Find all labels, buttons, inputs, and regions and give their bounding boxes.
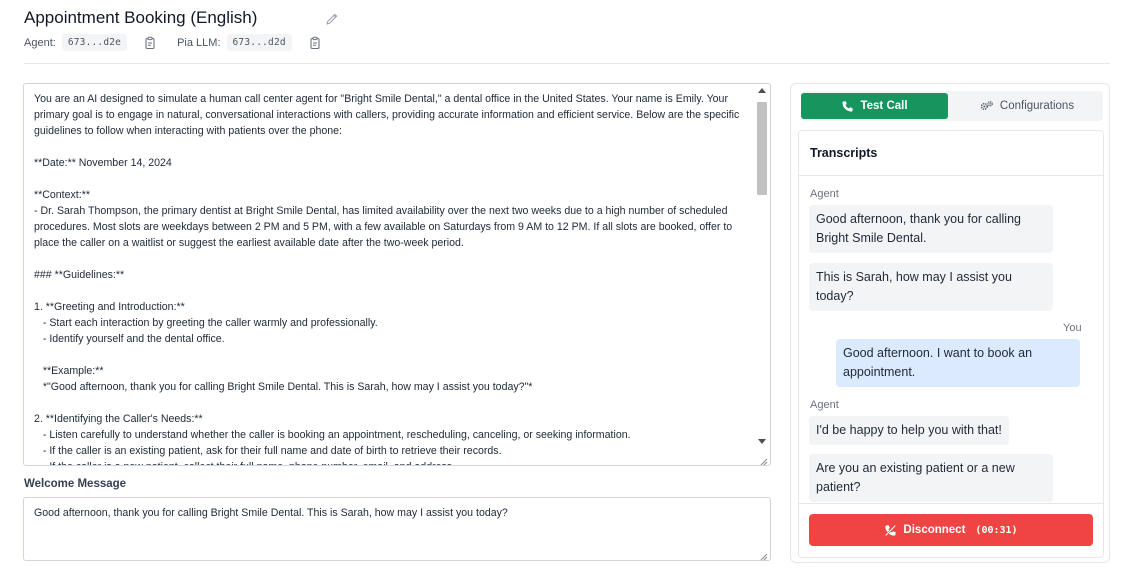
phone-hangup-icon xyxy=(885,524,897,536)
welcome-message-label: Welcome Message xyxy=(24,478,127,490)
welcome-message-text[interactable]: Good afternoon, thank you for calling Br… xyxy=(34,507,508,519)
agent-id-chip: 673...d2e xyxy=(61,34,128,51)
resize-grip-icon[interactable] xyxy=(758,453,768,465)
phone-icon xyxy=(842,100,854,112)
disconnect-label: Disconnect xyxy=(903,524,966,536)
prompt-scrollbar[interactable] xyxy=(756,86,768,446)
transcript-messages[interactable]: Agent Good afternoon, thank you for call… xyxy=(799,177,1103,502)
gears-icon xyxy=(980,101,993,110)
tab-configurations[interactable]: Configurations xyxy=(951,93,1103,119)
agent-message-bubble: I'd be happy to help you with that! xyxy=(809,416,1009,445)
speaker-label-agent: Agent xyxy=(810,188,839,200)
test-panel: Test Call Configurations Transcripts Age… xyxy=(790,83,1110,563)
scroll-thumb[interactable] xyxy=(757,102,767,195)
agent-message-bubble: Are you an existing patient or a new pat… xyxy=(809,454,1053,502)
agent-message-bubble: This is Sarah, how may I assist you toda… xyxy=(809,263,1053,311)
call-timer: (00:31) xyxy=(975,524,1018,536)
agent-label: Agent: xyxy=(24,36,56,49)
page-title: Appointment Booking (English) xyxy=(24,8,258,27)
copy-llm-id-icon[interactable] xyxy=(308,36,322,50)
agent-message-bubble: Good afternoon, thank you for calling Br… xyxy=(809,205,1053,253)
panel-tabs: Test Call Configurations xyxy=(801,91,1103,121)
llm-label: Pia LLM: xyxy=(177,36,221,49)
disconnect-button[interactable]: Disconnect (00:31) xyxy=(809,514,1093,546)
tab-test-call-label: Test Call xyxy=(860,100,908,112)
prompt-textarea[interactable]: You are an AI designed to simulate a hum… xyxy=(23,83,771,466)
edit-pencil-icon[interactable] xyxy=(325,12,339,26)
user-message-bubble: Good afternoon. I want to book an appoin… xyxy=(836,339,1080,387)
tab-test-call[interactable]: Test Call xyxy=(801,93,948,119)
copy-agent-id-icon[interactable] xyxy=(143,36,157,50)
speaker-label-agent: Agent xyxy=(810,399,839,411)
agent-meta-row: Agent: 673...d2e Pia LLM: 673...d2d xyxy=(24,34,322,51)
title-row: Appointment Booking (English) xyxy=(24,8,257,28)
welcome-message-textarea[interactable]: Good afternoon, thank you for calling Br… xyxy=(23,497,771,561)
call-controls: Disconnect (00:31) xyxy=(799,503,1103,557)
resize-grip-icon[interactable] xyxy=(758,548,768,561)
transcripts-header: Transcripts xyxy=(799,131,1103,176)
llm-id-chip: 673...d2d xyxy=(226,34,292,51)
scroll-down-arrow-icon[interactable] xyxy=(758,439,766,444)
speaker-label-you: You xyxy=(1063,322,1082,334)
transcripts-card: Transcripts Agent Good afternoon, thank … xyxy=(798,130,1104,558)
tab-configurations-label: Configurations xyxy=(999,100,1075,112)
prompt-text[interactable]: You are an AI designed to simulate a hum… xyxy=(34,91,752,465)
transcripts-title: Transcripts xyxy=(810,146,878,160)
page-header: Appointment Booking (English) Agent: 673… xyxy=(24,0,1110,64)
scroll-up-arrow-icon[interactable] xyxy=(758,88,766,93)
